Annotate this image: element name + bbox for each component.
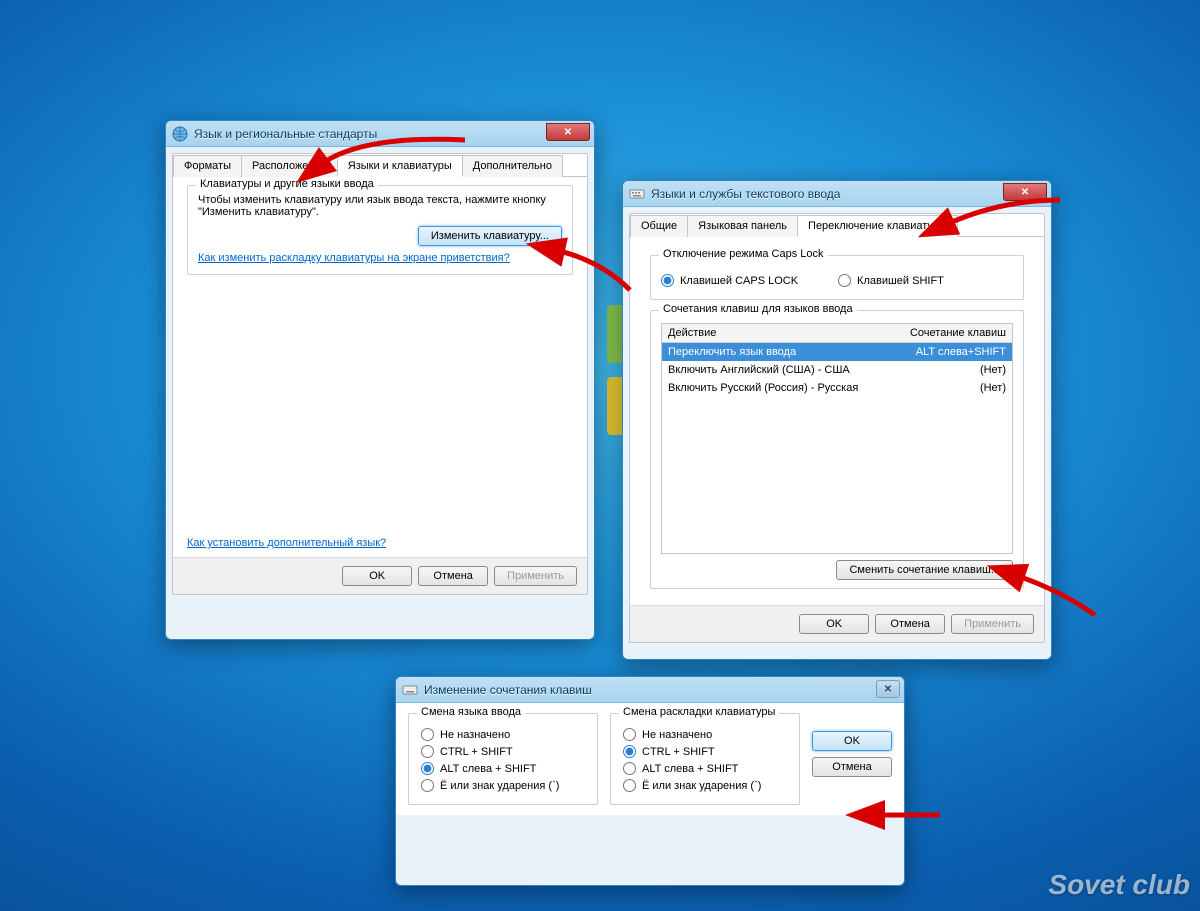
change-keyboard-button[interactable]: Изменить клавиатуру... — [418, 226, 562, 246]
window-title: Изменение сочетания клавиш — [424, 683, 592, 697]
radio-altshift-right[interactable]: ALT слева + SHIFT — [623, 762, 787, 775]
change-hotkey-button[interactable]: Сменить сочетание клавиш... — [836, 560, 1013, 580]
caps-group-title: Отключение режима Caps Lock — [659, 248, 828, 260]
tab-location[interactable]: Расположение — [241, 155, 338, 177]
change-hotkey-dialog: Изменение сочетания клавиш ✕ Смена языка… — [395, 676, 905, 886]
close-button[interactable]: ✕ — [1003, 183, 1047, 201]
radio-altshift-left[interactable]: ALT слева + SHIFT — [421, 762, 585, 775]
cancel-button[interactable]: Отмена — [418, 566, 488, 586]
tabs: Общие Языковая панель Переключение клави… — [630, 214, 1044, 237]
radio-none-left[interactable]: Не назначено — [421, 728, 585, 741]
tab-switch-kb[interactable]: Переключение клавиатуры — [797, 215, 958, 237]
text-services-dialog: Языки и службы текстового ввода ✕ Общие … — [622, 180, 1052, 660]
list-item[interactable]: Включить Английский (США) - США (Нет) — [662, 361, 1012, 379]
region-language-dialog: Язык и региональные стандарты ✕ Форматы … — [165, 120, 595, 640]
close-button[interactable]: ✕ — [546, 123, 590, 141]
titlebar[interactable]: Изменение сочетания клавиш ✕ — [396, 677, 904, 703]
ok-button[interactable]: OK — [799, 614, 869, 634]
help-link-layout[interactable]: Как изменить раскладку клавиатуры на экр… — [198, 252, 510, 264]
apply-button[interactable]: Применить — [951, 614, 1034, 634]
list-item[interactable]: Переключить язык ввода ALT слева+SHIFT — [662, 343, 1012, 361]
watermark: Sovet club — [1048, 869, 1190, 901]
left-group-title: Смена языка ввода — [417, 706, 525, 718]
radio-eaccent-left[interactable]: Ё или знак ударения (`) — [421, 779, 585, 792]
col-action: Действие — [662, 324, 882, 342]
cancel-button[interactable]: Отмена — [875, 614, 945, 634]
ok-button[interactable]: OK — [812, 731, 892, 751]
ok-button[interactable]: OK — [342, 566, 412, 586]
apply-button[interactable]: Применить — [494, 566, 577, 586]
help-link-install-lang[interactable]: Как установить дополнительный язык? — [187, 537, 386, 549]
group-title: Клавиатуры и другие языки ввода — [196, 178, 378, 190]
hotkey-group-title: Сочетания клавиш для языков ввода — [659, 303, 857, 315]
radio-eaccent-right[interactable]: Ё или знак ударения (`) — [623, 779, 787, 792]
titlebar[interactable]: Языки и службы текстового ввода ✕ — [623, 181, 1051, 207]
tab-general[interactable]: Общие — [630, 215, 688, 237]
window-title: Язык и региональные стандарты — [194, 127, 377, 141]
close-button[interactable]: ✕ — [876, 680, 900, 698]
tab-additional[interactable]: Дополнительно — [462, 155, 563, 177]
radio-ctrlshift-left[interactable]: CTRL + SHIFT — [421, 745, 585, 758]
group-description: Чтобы изменить клавиатуру или язык ввода… — [198, 194, 562, 218]
tab-lang-bar[interactable]: Языковая панель — [687, 215, 798, 237]
radio-capslock[interactable]: Клавишей CAPS LOCK — [661, 274, 798, 287]
radio-none-right[interactable]: Не назначено — [623, 728, 787, 741]
hotkey-listview[interactable]: Действие Сочетание клавиш Переключить яз… — [661, 323, 1013, 554]
tab-formats[interactable]: Форматы — [173, 155, 242, 177]
keyboard-icon — [629, 186, 645, 202]
radio-ctrlshift-right[interactable]: CTRL + SHIFT — [623, 745, 787, 758]
cancel-button[interactable]: Отмена — [812, 757, 892, 777]
right-group-title: Смена раскладки клавиатуры — [619, 706, 779, 718]
keyboard-icon — [402, 682, 418, 698]
globe-icon — [172, 126, 188, 142]
col-hotkey: Сочетание клавиш — [882, 324, 1012, 342]
radio-shift[interactable]: Клавишей SHIFT — [838, 274, 944, 287]
list-item[interactable]: Включить Русский (Россия) - Русская (Нет… — [662, 379, 1012, 397]
window-title: Языки и службы текстового ввода — [651, 187, 840, 201]
titlebar[interactable]: Язык и региональные стандарты ✕ — [166, 121, 594, 147]
tab-keyboards[interactable]: Языки и клавиатуры — [337, 155, 463, 177]
tabs: Форматы Расположение Языки и клавиатуры … — [173, 154, 587, 177]
